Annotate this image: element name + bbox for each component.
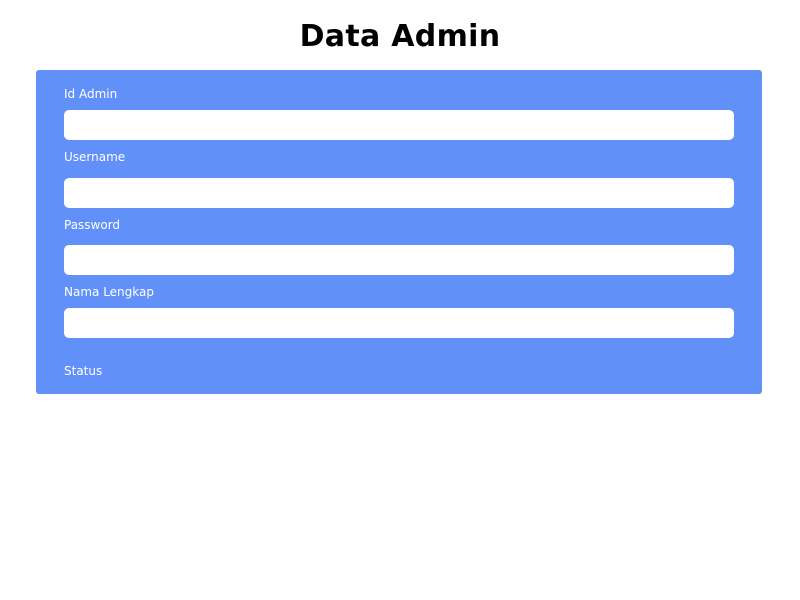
nama-lengkap-input[interactable] <box>64 308 734 338</box>
username-input[interactable] <box>64 178 734 208</box>
page-title: Data Admin <box>299 19 501 54</box>
id-admin-label: Id Admin <box>64 87 118 101</box>
password-label: Password <box>64 218 121 232</box>
nama-lengkap-label: Nama Lengkap <box>64 285 154 299</box>
id-admin-input[interactable] <box>64 110 734 140</box>
username-label: Username <box>64 150 126 164</box>
password-input[interactable] <box>64 245 734 275</box>
status-label: Status <box>64 364 103 378</box>
admin-form-panel: Id Admin Username Password Nama Lengkap … <box>36 70 762 394</box>
